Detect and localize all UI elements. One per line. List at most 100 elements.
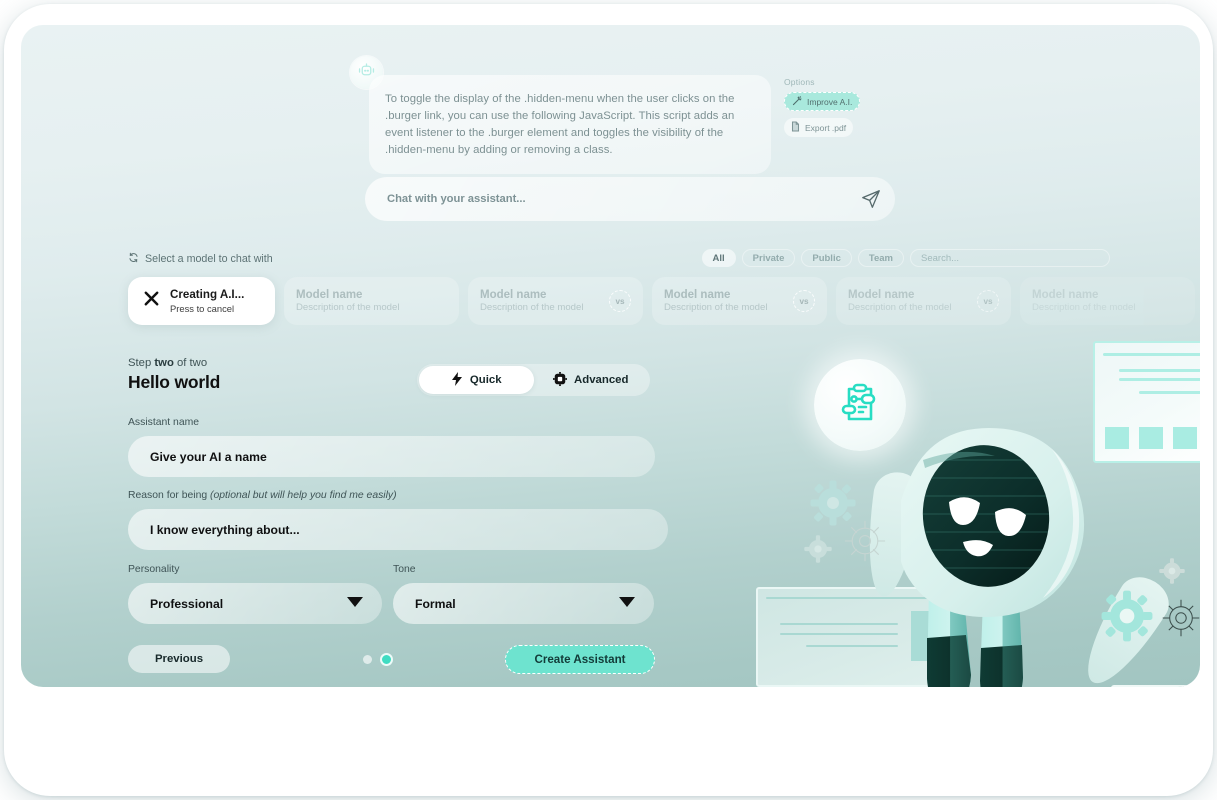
model-card-selected-subtitle: Press to cancel	[170, 302, 235, 314]
model-card-name: Model name	[664, 289, 731, 301]
model-card-list: Creating A.I... Press to cancel Model na…	[128, 277, 1195, 325]
model-selector-label: Select a model to chat with	[128, 252, 273, 266]
tone-select[interactable]: Formal	[393, 583, 654, 624]
model-card[interactable]: Model name Description of the model	[284, 277, 459, 325]
export-pdf-button[interactable]: Export .pdf	[784, 118, 854, 137]
robot-legs	[927, 586, 1023, 687]
personality-value: Professional	[150, 596, 224, 611]
chat-input-placeholder: Chat with your assistant...	[387, 193, 526, 205]
filter-team[interactable]: Team	[857, 249, 904, 267]
model-card-selected-title: Creating A.I...	[170, 288, 245, 302]
model-card[interactable]: Model name Description of the model vs	[836, 277, 1011, 325]
model-card[interactable]: Model name Description of the model vs	[652, 277, 827, 325]
create-assistant-label: Create Assistant	[534, 653, 626, 666]
export-pdf-label: Export .pdf	[805, 122, 847, 133]
tab-advanced[interactable]: Advanced	[534, 366, 649, 394]
previous-button[interactable]: Previous	[128, 645, 230, 673]
robot-eye-left	[949, 497, 980, 525]
gear-icon-large-left	[810, 480, 856, 526]
model-filters: All Private Public Team Search...	[701, 249, 1110, 267]
pagination-dot-2[interactable]	[380, 653, 393, 666]
previous-label: Previous	[154, 653, 204, 665]
step-prefix: Step	[128, 357, 155, 369]
model-card-name: Model name	[296, 289, 363, 301]
reason-label-hint: (optional but will help you find me easi…	[210, 490, 397, 501]
model-card[interactable]: Model name Description of the model vs	[468, 277, 643, 325]
bolt-icon	[451, 371, 463, 389]
app-screen: To toggle the display of the .hidden-men…	[21, 25, 1200, 687]
tab-quick-label: Quick	[469, 374, 502, 386]
document-card-bottom-right	[1111, 685, 1200, 687]
model-search-input[interactable]: Search...	[910, 249, 1110, 267]
reason-input[interactable]: I know everything about...	[128, 509, 668, 550]
mode-toggle: Quick Advanced	[417, 364, 650, 396]
leaf-shape-left	[859, 469, 925, 600]
model-card-name: Model name	[480, 289, 547, 301]
leaf-shape-right	[1070, 568, 1178, 687]
model-card-name: Model name	[1032, 289, 1099, 301]
file-icon	[791, 121, 800, 134]
model-card-desc: Description of the model	[296, 302, 400, 313]
reason-value: I know everything about...	[150, 522, 300, 537]
step-current: two	[154, 357, 174, 369]
model-card-desc: Description of the model	[1032, 302, 1136, 313]
gear-icon-small-right	[1159, 558, 1185, 584]
vs-badge[interactable]: vs	[609, 290, 631, 312]
reason-label-text: Reason for being	[128, 490, 211, 501]
options-panel: Options Improve A.I. Export .pdf	[784, 77, 884, 144]
robot-face	[922, 445, 1050, 587]
chat-input-bar[interactable]: Chat with your assistant...	[365, 177, 895, 221]
vs-badge[interactable]: vs	[793, 290, 815, 312]
robot-mouth	[963, 540, 993, 557]
improve-ai-label: Improve A.I.	[807, 96, 853, 107]
wizard-pagination	[363, 653, 393, 666]
clipboard-settings-icon	[838, 381, 882, 430]
robot-head	[896, 428, 1085, 617]
model-card-selected[interactable]: Creating A.I... Press to cancel	[128, 277, 275, 325]
tab-advanced-label: Advanced	[574, 374, 629, 386]
assistant-message-text: To toggle the display of the .hidden-men…	[385, 93, 735, 157]
send-icon[interactable]	[855, 183, 887, 215]
improve-ai-button[interactable]: Improve A.I.	[784, 92, 861, 111]
assistant-name-value: Give your AI a name	[150, 449, 267, 464]
filter-private[interactable]: Private	[741, 249, 796, 267]
gear-icon-accent-right	[1101, 590, 1153, 642]
gear-icon-outline-left	[844, 520, 886, 562]
wizard-step-header: Step two of two Hello world	[128, 357, 220, 393]
filter-public[interactable]: Public	[801, 249, 852, 267]
close-icon[interactable]	[142, 289, 161, 313]
chevron-down-icon	[618, 596, 636, 611]
model-card-desc: Description of the model	[664, 302, 768, 313]
step-indicator: Step two of two	[128, 357, 220, 369]
create-assistant-button[interactable]: Create Assistant	[505, 645, 655, 674]
vs-badge[interactable]: vs	[977, 290, 999, 312]
gear-icon-outline-right	[1161, 598, 1200, 638]
document-card-top-right	[1093, 341, 1200, 463]
chip-icon	[553, 371, 568, 389]
tab-quick[interactable]: Quick	[419, 366, 534, 394]
device-frame: To toggle the display of the .hidden-men…	[4, 4, 1213, 796]
model-selector-label-text: Select a model to chat with	[145, 253, 273, 265]
document-card-bottom-left	[756, 587, 961, 687]
personality-label: Personality	[128, 564, 180, 575]
model-card-desc: Description of the model	[480, 302, 584, 313]
assistant-badge	[814, 359, 906, 451]
page-title: Hello world	[128, 372, 221, 392]
pagination-dot-1[interactable]	[363, 655, 372, 664]
model-card[interactable]: Model name Description of the model	[1020, 277, 1195, 325]
gear-icon-small-left	[804, 535, 832, 563]
magic-wand-icon	[792, 95, 802, 108]
options-title: Options	[784, 77, 815, 87]
robot-eye-right	[995, 508, 1026, 537]
step-suffix: of two	[173, 357, 208, 369]
chevron-down-icon	[346, 596, 364, 611]
reason-label: Reason for being (optional but will help…	[128, 490, 397, 501]
assistant-name-input[interactable]: Give your AI a name	[128, 436, 655, 477]
assistant-name-label: Assistant name	[128, 417, 200, 428]
filter-all[interactable]: All	[701, 249, 736, 267]
model-card-desc: Description of the model	[848, 302, 952, 313]
tone-label: Tone	[393, 564, 416, 575]
personality-select[interactable]: Professional	[128, 583, 382, 624]
assistant-message-bubble: To toggle the display of the .hidden-men…	[369, 75, 771, 174]
robot-mascot-illustration	[896, 420, 1141, 687]
